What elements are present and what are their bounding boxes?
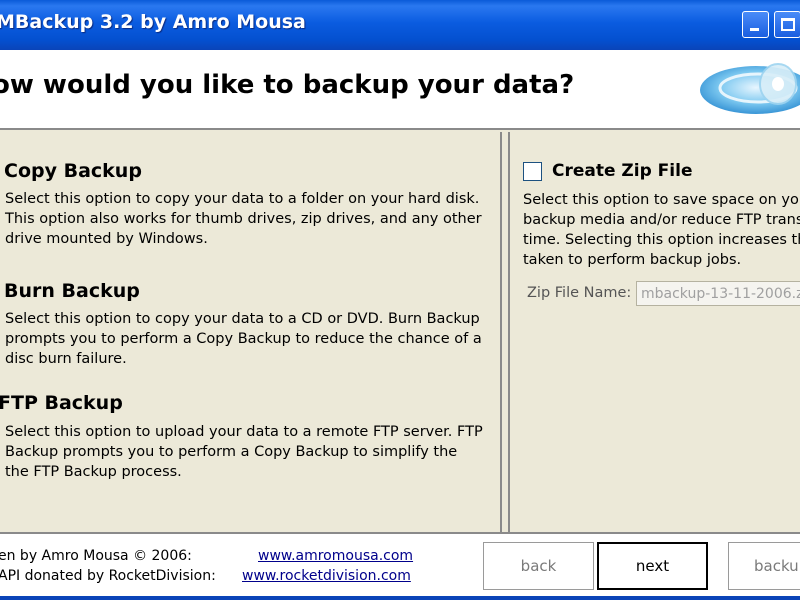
back-button[interactable]: back	[483, 542, 594, 590]
backup-button[interactable]: backup	[728, 542, 800, 590]
maximize-icon	[781, 18, 795, 31]
ftp-backup-description: Select this option to upload your data t…	[5, 424, 483, 480]
burn-backup-option[interactable]: Burn Backup	[4, 280, 140, 302]
pane-divider	[500, 132, 502, 534]
copy-backup-option[interactable]: Copy Backup	[4, 160, 142, 182]
zip-filename-input[interactable]	[636, 281, 800, 306]
disc-logo-icon	[700, 63, 800, 114]
copy-backup-description: Select this option to copy your data to …	[5, 191, 482, 247]
zip-description-line: taken to perform backup jobs.	[523, 252, 742, 268]
burn-backup-description: Select this option to copy your data to …	[5, 311, 482, 367]
window-bottom-border	[0, 596, 800, 600]
api-credit: API donated by RocketDivision:	[0, 568, 216, 584]
create-zip-label[interactable]: Create Zip File	[552, 161, 692, 181]
title-bar: MBackup 3.2 by Amro Mousa	[0, 0, 800, 50]
zip-description-line: time. Selecting this option increases th…	[523, 232, 800, 248]
page-heading: ow would you like to backup your data?	[0, 70, 575, 100]
pane-divider	[508, 132, 510, 534]
ftp-backup-option[interactable]: FTP Backup	[0, 392, 123, 414]
zip-description-line: backup media and/or reduce FTP trans	[523, 212, 800, 228]
create-zip-checkbox[interactable]	[523, 162, 542, 181]
minimize-icon	[750, 28, 759, 31]
backup-options-pane: Copy Backup Select this option to copy y…	[0, 132, 500, 532]
header-panel: ow would you like to backup your data?	[0, 50, 800, 130]
amromousa-link[interactable]: www.amromousa.com	[258, 548, 413, 564]
zip-description-line: Select this option to save space on you	[523, 192, 800, 208]
author-credit: en by Amro Mousa © 2006:	[0, 548, 192, 564]
next-button[interactable]: next	[597, 542, 708, 590]
maximize-button[interactable]	[774, 11, 800, 38]
minimize-button[interactable]	[742, 11, 769, 38]
rocketdivision-link[interactable]: www.rocketdivision.com	[242, 568, 411, 584]
zip-filename-label: Zip File Name:	[527, 285, 632, 301]
window-title: MBackup 3.2 by Amro Mousa	[0, 11, 306, 33]
zip-description: Select this option to save space on you …	[523, 190, 800, 270]
